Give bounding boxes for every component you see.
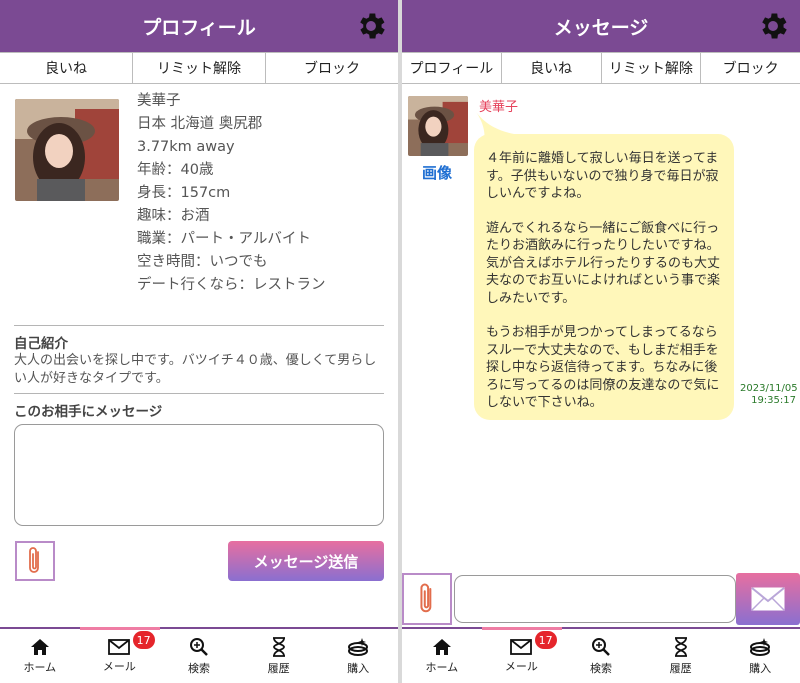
profile-tabs: 良いね リミット解除 ブロック bbox=[0, 52, 398, 84]
sender-avatar[interactable] bbox=[408, 96, 468, 156]
tab-profile[interactable]: プロフィール bbox=[402, 52, 502, 83]
tab-like[interactable]: 良いね bbox=[501, 52, 602, 83]
nav-label: 履歴 bbox=[669, 661, 692, 675]
intro-title: 自己紹介 bbox=[14, 336, 68, 352]
profile-free-time: 空き時間：いつでも bbox=[137, 254, 268, 270]
message-title: このお相手にメッセージ bbox=[14, 404, 163, 420]
profile-distance: 3.77km away bbox=[137, 139, 235, 155]
gear-icon[interactable] bbox=[756, 9, 790, 43]
nav-label: 検索 bbox=[187, 661, 210, 675]
message-tabs: プロフィール 良いね リミット解除 ブロック bbox=[402, 52, 800, 84]
page-title: プロフィール bbox=[142, 16, 256, 39]
nav-purchase[interactable]: 購入 bbox=[720, 629, 800, 683]
attach-button[interactable] bbox=[402, 573, 452, 625]
attach-button[interactable] bbox=[15, 541, 55, 581]
nav-home[interactable]: ホーム bbox=[0, 629, 80, 683]
nav-label: 検索 bbox=[589, 661, 612, 675]
nav-mail[interactable]: メール 17 bbox=[80, 629, 160, 683]
nav-label: メール bbox=[102, 659, 136, 673]
mail-badge: 17 bbox=[132, 631, 155, 649]
divider bbox=[14, 393, 384, 394]
profile-age: 年齢：40歳 bbox=[137, 162, 214, 178]
paperclip-icon bbox=[29, 547, 39, 573]
envelope-icon bbox=[751, 587, 785, 611]
profile-name: 美華子 bbox=[137, 93, 181, 109]
send-button[interactable] bbox=[736, 573, 800, 625]
image-link[interactable]: 画像 bbox=[422, 162, 452, 183]
nav-purchase[interactable]: 購入 bbox=[318, 629, 398, 683]
tab-block[interactable]: ブロック bbox=[701, 52, 800, 83]
paperclip-icon bbox=[420, 583, 432, 613]
home-icon bbox=[432, 638, 451, 655]
nav-search[interactable]: 検索 bbox=[561, 629, 641, 683]
nav-label: 履歴 bbox=[267, 661, 290, 675]
profile-details: 美華子 日本 北海道 奥尻郡 3.77km away 年齢：40歳 身長：157… bbox=[137, 90, 326, 297]
message-screen: メッセージ プロフィール 良いね リミット解除 ブロック 美華子 画像 ４年前に… bbox=[402, 0, 800, 683]
hourglass-icon bbox=[674, 636, 687, 657]
mail-icon bbox=[108, 638, 131, 655]
message-paragraph: もうお相手が見つかってしまってるならスルーで大丈夫なので、もしまだ相手を探し中な… bbox=[486, 325, 720, 410]
profile-header: プロフィール bbox=[0, 0, 398, 52]
message-time: 19:35:17 bbox=[751, 395, 796, 406]
nav-label: ホーム bbox=[425, 660, 459, 674]
nav-home[interactable]: ホーム bbox=[402, 629, 482, 683]
send-message-button[interactable]: メッセージ送信 bbox=[228, 541, 384, 581]
nav-label: ホーム bbox=[23, 660, 57, 674]
nav-history[interactable]: 履歴 bbox=[239, 629, 319, 683]
purchase-icon bbox=[348, 637, 369, 656]
nav-mail[interactable]: メール 17 bbox=[482, 629, 562, 683]
tab-limit-release[interactable]: リミット解除 bbox=[133, 52, 266, 83]
message-header: メッセージ bbox=[402, 0, 800, 52]
page-title: メッセージ bbox=[553, 16, 649, 39]
nav-search[interactable]: 検索 bbox=[159, 629, 239, 683]
profile-hobby: 趣味：お酒 bbox=[137, 208, 210, 224]
message-date: 2023/11/05 bbox=[740, 383, 798, 394]
mail-icon bbox=[510, 638, 533, 655]
message-input-bar bbox=[402, 573, 800, 627]
tab-like[interactable]: 良いね bbox=[0, 52, 133, 83]
mail-badge: 17 bbox=[534, 631, 557, 649]
purchase-icon bbox=[750, 637, 771, 656]
message-paragraph: 遊んでくれるなら一緒にご飯食べに行ったりお酒飲みに行ったりしたいですね。気が合え… bbox=[486, 220, 721, 306]
gear-icon[interactable] bbox=[354, 9, 388, 43]
search-icon bbox=[591, 637, 610, 656]
message-timestamp: 2023/11/05 19:35:17 bbox=[740, 383, 798, 407]
home-icon bbox=[30, 638, 49, 655]
divider bbox=[14, 325, 384, 326]
message-paragraph: ４年前に離婚して寂しい毎日を送ってます。子供もいないので独り身で毎日が寂しいんで… bbox=[486, 151, 719, 201]
nav-label: メール bbox=[504, 659, 538, 673]
tab-block[interactable]: ブロック bbox=[266, 52, 398, 83]
message-textarea[interactable] bbox=[14, 424, 384, 526]
bottom-nav: ホーム メール 17 検索 履歴 購入 bbox=[402, 627, 800, 683]
profile-job: 職業：パート・アルバイト bbox=[137, 231, 311, 247]
tab-limit-release[interactable]: リミット解除 bbox=[601, 52, 702, 83]
hourglass-icon bbox=[272, 636, 285, 657]
intro-text: 大人の出会いを探し中です。バツイチ４０歳、優しくて男らしい人が好きなタイプです。 bbox=[14, 353, 377, 386]
profile-screen: プロフィール 良いね リミット解除 ブロック 美華子 日本 北海道 奥尻郡 3.… bbox=[0, 0, 398, 683]
nav-label: 購入 bbox=[749, 661, 772, 675]
avatar[interactable] bbox=[15, 99, 119, 201]
nav-history[interactable]: 履歴 bbox=[641, 629, 721, 683]
nav-label: 購入 bbox=[347, 661, 370, 675]
message-input[interactable] bbox=[454, 575, 736, 623]
profile-date-place: デート行くなら：レストラン bbox=[137, 277, 326, 293]
profile-location: 日本 北海道 奥尻郡 bbox=[137, 116, 263, 132]
profile-height: 身長：157cm bbox=[137, 185, 231, 201]
search-icon bbox=[189, 637, 208, 656]
bottom-nav: ホーム メール 17 検索 履歴 購入 bbox=[0, 627, 398, 683]
message-bubble: ４年前に離婚して寂しい毎日を送ってます。子供もいないので独り身で毎日が寂しいんで… bbox=[474, 134, 734, 420]
